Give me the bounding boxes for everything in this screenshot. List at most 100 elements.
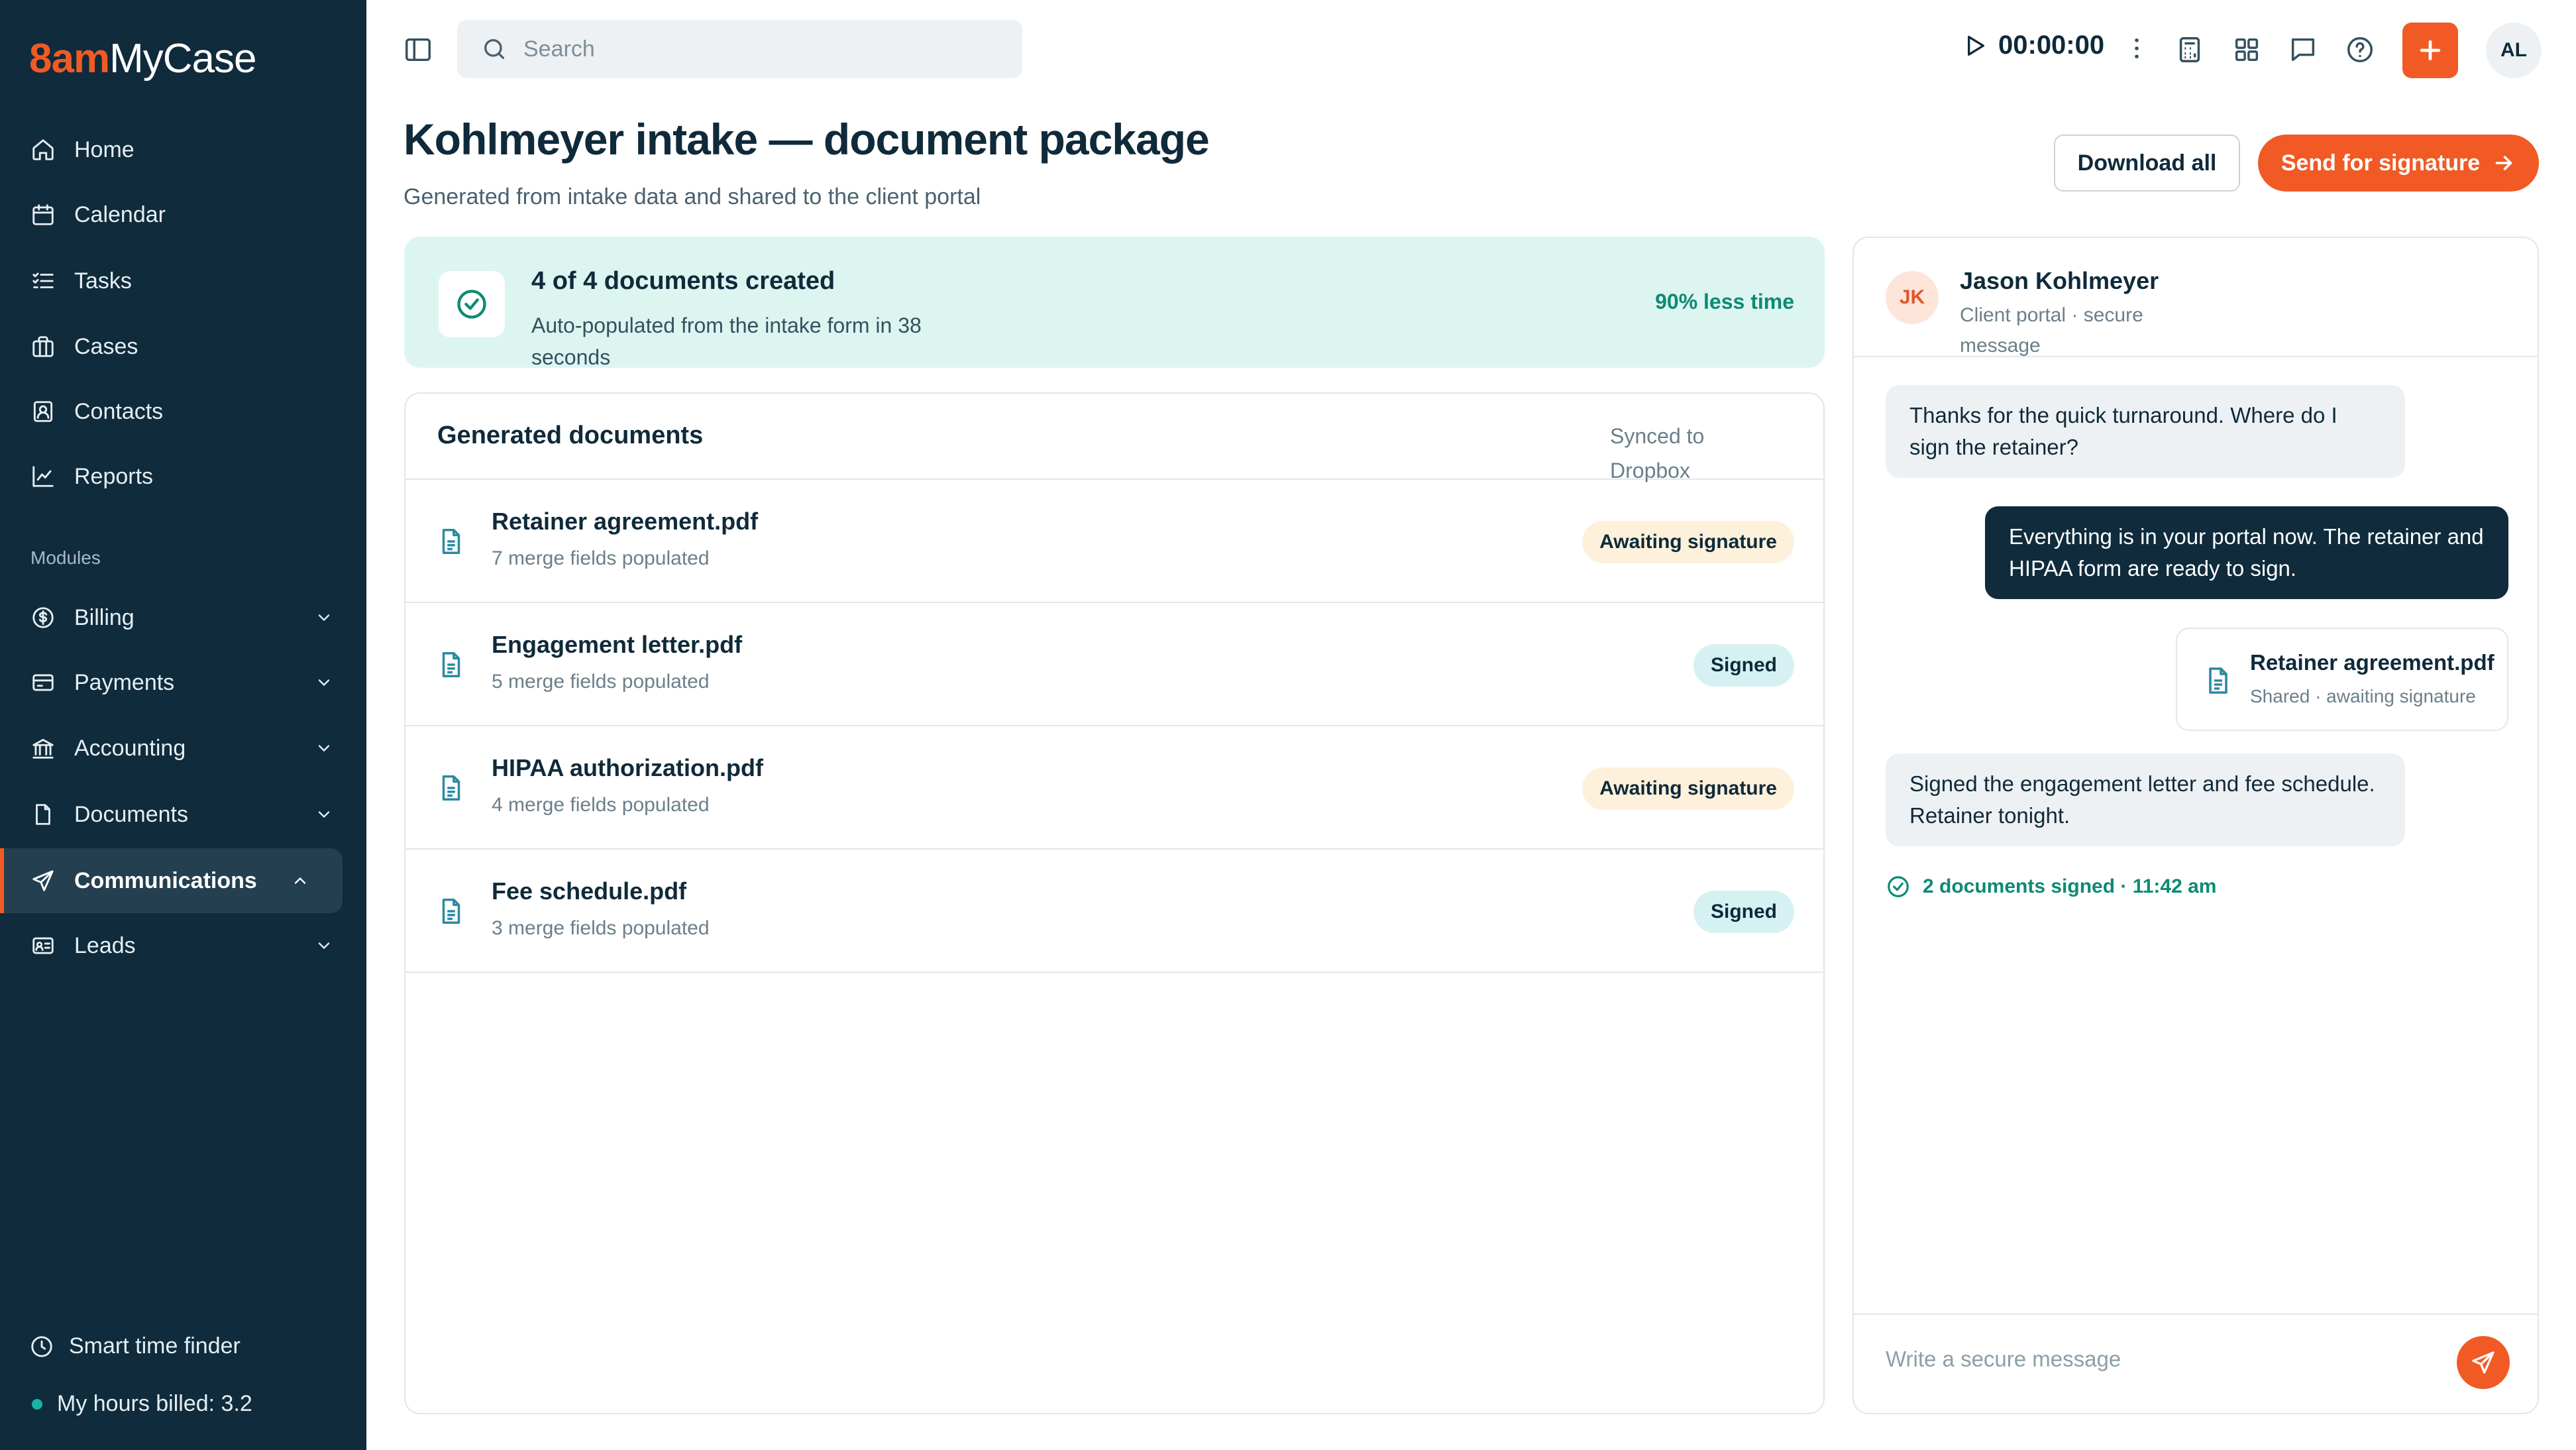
contacts-icon <box>33 401 53 422</box>
sidebar-item-label: Payments <box>74 669 175 695</box>
sidebar-item-label: Cases <box>74 333 138 359</box>
search-bar[interactable] <box>457 20 1022 78</box>
page-title: Kohlmeyer intake — document package <box>403 115 1210 164</box>
document-row[interactable]: HIPAA authorization.pdf 4 merge fields p… <box>405 726 1823 850</box>
page-subtitle: Generated from intake data and shared to… <box>403 184 981 209</box>
sidebar-item-contacts[interactable]: Contacts <box>0 379 366 444</box>
arrow-right-icon <box>2495 156 2512 170</box>
send-for-signature-button[interactable]: Send for signature <box>2258 135 2539 192</box>
play-icon[interactable] <box>1961 32 1988 59</box>
document-icon <box>36 804 50 825</box>
sidebar-item-label: Communications <box>74 867 257 893</box>
sidebar-item-label: Home <box>74 137 134 162</box>
sidebar-item-label: Billing <box>74 604 134 630</box>
check-circle-icon <box>1888 876 1909 897</box>
sidebar-item-home[interactable]: Home <box>0 117 366 182</box>
sidebar-item-tasks[interactable]: Tasks <box>0 249 366 313</box>
sync-status: Synced to Dropbox <box>1610 424 1705 482</box>
smart-time-finder-label: Smart time finder <box>69 1333 241 1359</box>
document-name[interactable]: Engagement letter.pdf <box>492 631 742 659</box>
chart-line-icon <box>32 466 54 487</box>
search-input[interactable] <box>523 36 987 62</box>
status-badge: Signed <box>1693 644 1794 687</box>
document-merge-fields: 4 merge fields populated <box>492 794 710 816</box>
document-merge-fields: 7 merge fields populated <box>492 547 710 569</box>
timer[interactable]: 00:00:00 <box>1961 30 2104 60</box>
modules-section-label: Modules <box>30 547 101 568</box>
sidebar-item-label: Leads <box>74 932 136 958</box>
sidebar-item-documents[interactable]: Documents <box>0 782 366 847</box>
brand-logo[interactable]: 8am MyCase <box>29 32 256 85</box>
shared-attachment[interactable]: Retainer agreement.pdf Shared · awaiting… <box>2176 628 2508 731</box>
user-avatar[interactable]: AL <box>2486 23 2542 78</box>
sidebar-item-label: Documents <box>74 801 188 827</box>
attachment-status: Shared · awaiting signature <box>2250 686 2476 706</box>
calculator-icon[interactable] <box>2174 34 2205 65</box>
file-icon <box>442 529 460 554</box>
apps-grid-icon[interactable] <box>2231 34 2262 65</box>
chat-icon[interactable] <box>2288 34 2318 65</box>
sidebar-item-payments[interactable]: Payments <box>0 650 366 715</box>
chevron-down-icon <box>318 942 330 950</box>
add-button[interactable] <box>2402 23 2458 78</box>
sidebar-toggle-icon[interactable] <box>403 34 433 65</box>
documents-title: Generated documents <box>437 421 704 449</box>
status-badge: Awaiting signature <box>1582 521 1794 563</box>
contact-name[interactable]: Jason Kohlmeyer <box>1960 267 2159 295</box>
sidebar-item-leads[interactable]: Leads <box>0 913 366 978</box>
file-icon <box>442 899 460 924</box>
file-icon <box>442 775 460 801</box>
credit-card-icon <box>32 674 54 691</box>
brand-mark: 8am <box>29 35 110 82</box>
document-row[interactable]: Retainer agreement.pdf 7 merge fields po… <box>405 480 1823 603</box>
hours-billed-label: My hours billed: 3.2 <box>57 1391 252 1416</box>
chat-header: JK Jason Kohlmeyer Client portal · secur… <box>1854 238 2538 357</box>
help-icon[interactable] <box>2345 34 2375 65</box>
search-icon <box>484 39 504 60</box>
dollar-icon <box>32 607 54 628</box>
chevron-up-icon <box>294 877 306 884</box>
check-circle-icon <box>457 290 486 319</box>
attachment-name: Retainer agreement.pdf <box>2250 650 2495 675</box>
document-row[interactable]: Fee schedule.pdf 3 merge fields populate… <box>405 850 1823 973</box>
sidebar-item-reports[interactable]: Reports <box>0 444 366 509</box>
more-vertical-icon[interactable] <box>2123 34 2151 62</box>
send-for-signature-label: Send for signature <box>2281 150 2481 176</box>
sidebar-item-cases[interactable]: Cases <box>0 314 366 379</box>
contact-channel: Client portal · secure message <box>1960 304 2143 357</box>
document-name[interactable]: HIPAA authorization.pdf <box>492 754 763 782</box>
plus-icon <box>2420 40 2441 61</box>
sidebar-item-billing[interactable]: Billing <box>0 585 366 650</box>
contact-avatar: JK <box>1886 271 1939 324</box>
sidebar-item-accounting[interactable]: Accounting <box>0 716 366 781</box>
calendar-icon <box>32 204 54 225</box>
document-row[interactable]: Engagement letter.pdf 5 merge fields pop… <box>405 603 1823 726</box>
message-input[interactable] <box>1886 1347 2429 1372</box>
sidebar-item-label: Tasks <box>74 268 132 294</box>
message-outgoing: Everything is in your portal now. The re… <box>1985 506 2508 599</box>
smart-time-finder[interactable]: Smart time finder <box>29 1333 241 1359</box>
sidebar-item-label: Reports <box>74 463 154 489</box>
brand-name: MyCase <box>109 35 256 82</box>
sidebar-item-label: Calendar <box>74 201 166 227</box>
briefcase-icon <box>32 336 54 357</box>
status-badge: Awaiting signature <box>1582 767 1794 810</box>
sidebar: 8am MyCase Home Calendar Tasks Cases Cont… <box>0 0 366 1450</box>
message-incoming: Thanks for the quick turnaround. Where d… <box>1886 385 2405 478</box>
status-badge: Signed <box>1693 891 1794 933</box>
document-name[interactable]: Fee schedule.pdf <box>492 877 686 905</box>
sidebar-item-communications[interactable]: Communications <box>0 848 343 913</box>
chevron-down-icon <box>318 679 330 687</box>
document-name[interactable]: Retainer agreement.pdf <box>492 508 758 535</box>
timer-value: 00:00:00 <box>1998 30 2105 60</box>
send-message-button[interactable] <box>2457 1336 2510 1389</box>
download-all-button[interactable]: Download all <box>2054 135 2240 192</box>
signed-status: 2 documents signed · 11:42 am <box>1886 874 2216 899</box>
time-saved-metric: 90% less time <box>1655 290 1794 313</box>
generated-documents-card: Generated documents Synced to Dropbox Re… <box>404 392 1825 1414</box>
file-icon <box>2209 667 2227 694</box>
document-merge-fields: 3 merge fields populated <box>492 917 710 939</box>
status-dot <box>32 1398 42 1410</box>
sidebar-item-calendar[interactable]: Calendar <box>0 182 366 247</box>
sidebar-item-label: Accounting <box>74 735 186 761</box>
